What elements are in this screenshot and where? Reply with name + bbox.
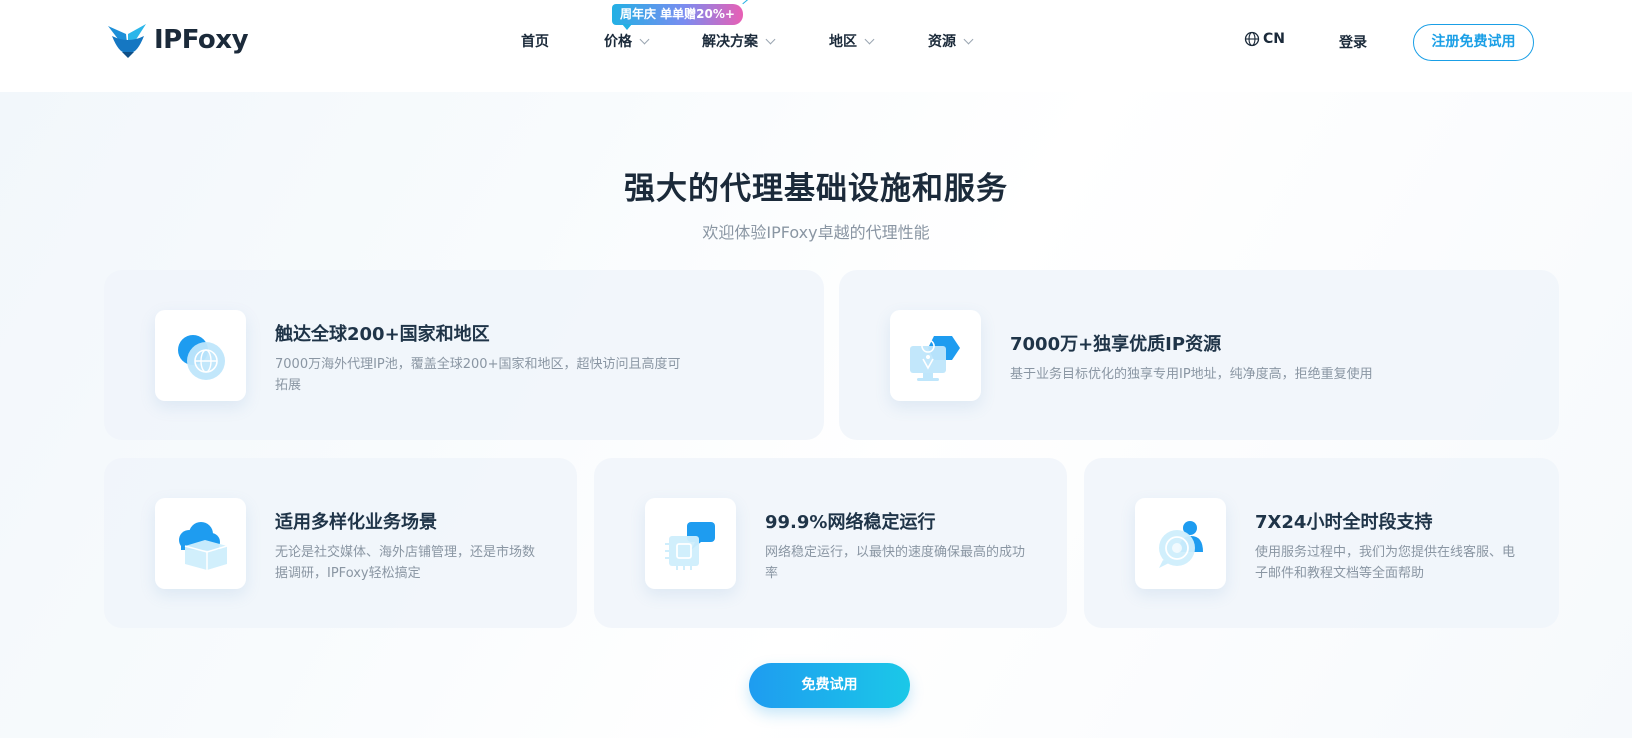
nav-resources[interactable]: 资源 — [928, 31, 974, 51]
logo-text: IPFoxy — [154, 25, 249, 55]
language-label: CN — [1263, 31, 1285, 47]
nav-regions[interactable]: 地区 — [829, 31, 875, 51]
feature-card-scenarios: 适用多样化业务场景 无论是社交媒体、海外店铺管理，还是市场数据调研，IPFoxy… — [104, 458, 577, 628]
signup-button[interactable]: 注册免费试用 — [1413, 24, 1534, 61]
chevron-down-icon — [765, 34, 776, 44]
top-navbar: IPFoxy 首页 价格 解决方案 地区 资源 周年庆 单单赠20%+ CN 登… — [0, 0, 1632, 84]
feature-desc: 使用服务过程中，我们为您提供在线客服、电子邮件和教程文档等全面帮助 — [1255, 545, 1516, 581]
feature-title: 适用多样化业务场景 — [275, 512, 437, 533]
chip-chat-icon — [665, 522, 715, 570]
chevron-down-icon — [963, 34, 974, 44]
section-subtitle: 欢迎体验IPFoxy卓越的代理性能 — [702, 223, 930, 242]
nav-solutions-label: 解决方案 — [702, 34, 758, 50]
globe-icon-box — [155, 310, 246, 401]
monitor-location-icon — [910, 336, 960, 381]
feature-title: 7X24小时全时段支持 — [1255, 512, 1433, 533]
globe-icon — [178, 335, 225, 380]
cloud-box-icon — [179, 522, 228, 570]
fox-logo-icon — [108, 24, 146, 58]
language-switcher[interactable]: CN — [1244, 31, 1285, 47]
spark-decoration — [742, 0, 754, 10]
feature-title: 99.9%网络稳定运行 — [765, 512, 936, 533]
monitor-icon-box — [890, 310, 981, 401]
nav-regions-label: 地区 — [829, 34, 857, 50]
logo[interactable]: IPFoxy — [106, 22, 249, 58]
chip-icon-box — [645, 498, 736, 589]
nav-resources-label: 资源 — [928, 34, 956, 50]
feature-card-global: 触达全球200+国家和地区 7000万海外代理IP池，覆盖全球200+国家和地区… — [104, 270, 824, 440]
chevron-down-icon — [864, 34, 875, 44]
feature-desc: 网络稳定运行，以最快的速度确保最高的成功率 — [765, 545, 1026, 581]
section-title: 强大的代理基础设施和服务 — [624, 171, 1008, 207]
chevron-down-icon — [639, 34, 650, 44]
nav-home[interactable]: 首页 — [521, 31, 549, 51]
feature-title: 触达全球200+国家和地区 — [275, 324, 490, 345]
feature-title: 7000万+独享优质IP资源 — [1010, 334, 1222, 355]
feature-card-stability: 99.9%网络稳定运行 网络稳定运行，以最快的速度确保最高的成功率 — [594, 458, 1067, 628]
cloud-icon-box — [155, 498, 246, 589]
promo-badge[interactable]: 周年庆 单单赠20%+ — [612, 4, 743, 30]
feature-desc: 无论是社交媒体、海外店铺管理，还是市场数据调研，IPFoxy轻松搞定 — [275, 545, 536, 581]
feature-desc: 基于业务目标优化的独享专用IP地址，纯净度高，拒绝重复使用 — [1010, 367, 1373, 382]
login-link[interactable]: 登录 — [1339, 32, 1367, 52]
nav-home-label: 首页 — [521, 34, 549, 50]
globe-icon — [1244, 31, 1260, 47]
support-icon-box — [1135, 498, 1226, 589]
nav-pricing-label: 价格 — [604, 34, 632, 50]
feature-desc: 7000万海外代理IP池，覆盖全球200+国家和地区，超快访问且高度可拓展 — [275, 357, 681, 393]
nav-solutions[interactable]: 解决方案 — [702, 31, 776, 51]
nav-pricing[interactable]: 价格 — [604, 31, 650, 51]
support-agent-icon — [1159, 521, 1203, 568]
free-trial-button[interactable]: 免费试用 — [749, 663, 910, 708]
feature-card-ip: 7000万+独享优质IP资源 基于业务目标优化的独享专用IP地址，纯净度高，拒绝… — [839, 270, 1559, 440]
feature-card-support: 7X24小时全时段支持 使用服务过程中，我们为您提供在线客服、电子邮件和教程文档… — [1084, 458, 1559, 628]
